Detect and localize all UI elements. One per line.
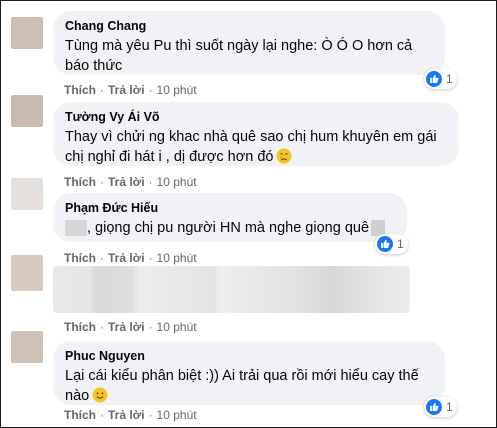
dot-separator: · [100, 408, 104, 422]
comment-actions: Thích · Trả lời · 10 phút [64, 408, 197, 422]
like-link[interactable]: Thích [64, 175, 96, 189]
dot-separator: · [148, 175, 153, 189]
timestamp[interactable]: 10 phút [157, 83, 197, 97]
comment-bubble: Phuc Nguyen Lại cái kiểu phân biệt :)) A… [53, 341, 445, 405]
comment-actions: Thích · Trả lời · 10 phút [64, 83, 197, 97]
commenter-name[interactable]: Phạm Đức Hiếu [65, 200, 395, 216]
like-count: 1 [446, 72, 453, 86]
comment-text: Lại cái kiểu phân biệt :)) Ai trải qua r… [65, 368, 419, 384]
avatar[interactable] [11, 95, 43, 127]
dot-separator: · [148, 320, 153, 334]
reaction-count[interactable]: 1 [424, 397, 457, 417]
timestamp[interactable]: 10 phút [157, 251, 197, 265]
commenter-name[interactable]: Phuc Nguyen [65, 348, 433, 364]
like-link[interactable]: Thích [64, 408, 96, 422]
dot-separator: · [148, 251, 153, 265]
blurred-comment-bubble [53, 266, 410, 313]
crying-face-icon [276, 148, 292, 164]
reaction-count[interactable]: 1 [424, 69, 457, 89]
dot-separator: · [100, 251, 104, 265]
thumbs-up-icon [426, 71, 442, 87]
dot-separator: · [100, 175, 104, 189]
reply-link[interactable]: Trả lời [108, 408, 145, 422]
comment-actions: Thích · Trả lời · 10 phút [64, 251, 197, 265]
comment-text: Tùng mà yêu Pu thì suốt ngày lại nghe: Ò… [65, 38, 413, 54]
avatar[interactable] [11, 178, 43, 210]
like-link[interactable]: Thích [64, 83, 96, 97]
reply-link[interactable]: Trả lời [108, 320, 145, 334]
commenter-name[interactable]: Chang Chang [65, 18, 433, 34]
comment-text: báo thức [65, 58, 123, 74]
reply-link[interactable]: Trả lời [108, 83, 145, 97]
comment-text: chị nghỉ đi hát i , dị được hơn đó [65, 147, 447, 167]
reply-link[interactable]: Trả lời [108, 251, 145, 265]
comment-bubble: Tường Vy Ái Võ Thay vì chửi ng khac nhà … [53, 102, 459, 166]
avatar[interactable] [11, 255, 43, 291]
blurred-mention [65, 220, 87, 237]
dot-separator: · [100, 83, 104, 97]
smiling-face-icon [92, 387, 108, 403]
like-count: 1 [397, 237, 404, 251]
comment-actions: Thích · Trả lời · 10 phút [64, 175, 197, 189]
dot-separator: · [148, 408, 153, 422]
comment-text: Thay vì chửi ng khac nhà quê sao chị hum… [65, 129, 437, 145]
like-count: 1 [446, 400, 453, 414]
thumbs-up-icon [426, 399, 442, 415]
timestamp[interactable]: 10 phút [157, 175, 197, 189]
comment-actions: Thích · Trả lời · 10 phút [64, 320, 197, 334]
timestamp[interactable]: 10 phút [157, 320, 197, 334]
like-link[interactable]: Thích [64, 251, 96, 265]
comment-text: nào [65, 386, 433, 406]
comment-bubble: Phạm Đức Hiếu , giọng chị pu người HN mà… [53, 193, 407, 242]
comment-bubble: Chang Chang Tùng mà yêu Pu thì suốt ngày… [53, 11, 445, 75]
avatar[interactable] [11, 331, 43, 363]
comment-text-line: , giọng chị pu người HN mà nghe giọng qu… [87, 220, 370, 236]
comment-text: , giọng chị pu người HN mà nghe giọng qu… [65, 218, 395, 238]
comment-text-line: nào [65, 388, 90, 404]
comment-thread: Chang Chang Tùng mà yêu Pu thì suốt ngày… [0, 0, 497, 428]
avatar[interactable] [11, 17, 43, 49]
thumbs-up-icon [377, 236, 393, 252]
reply-link[interactable]: Trả lời [108, 175, 145, 189]
dot-separator: · [100, 320, 104, 334]
comment-text-line: chị nghỉ đi hát i , dị được hơn đó [65, 149, 274, 165]
reaction-count[interactable]: 1 [375, 234, 408, 254]
dot-separator: · [148, 83, 153, 97]
timestamp[interactable]: 10 phút [157, 408, 197, 422]
like-link[interactable]: Thích [64, 320, 96, 334]
commenter-name[interactable]: Tường Vy Ái Võ [65, 109, 447, 125]
